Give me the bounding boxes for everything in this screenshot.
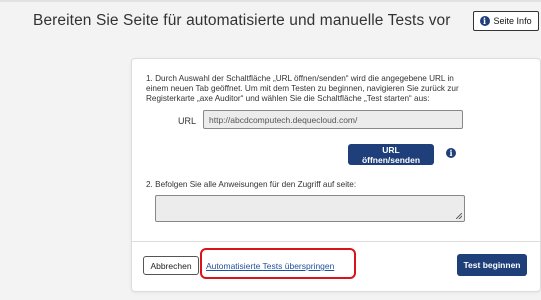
prepare-page-dialog: 1. Durch Auswahl der Schaltfläche „URL ö… [131, 58, 541, 292]
step1-instructions: 1. Durch Auswahl der Schaltfläche „URL ö… [146, 74, 459, 103]
page-info-button[interactable]: i Seite Info [472, 11, 539, 31]
begin-test-button[interactable]: Test beginnen [457, 254, 527, 276]
access-instructions-textarea[interactable] [155, 195, 465, 222]
skip-automated-tests-link[interactable]: Automatisierte Tests überspringen [206, 261, 334, 271]
resize-handle-icon[interactable] [456, 213, 462, 219]
page-title: Bereiten Sie Seite für automatisierte un… [33, 12, 451, 29]
info-icon: i [479, 16, 490, 26]
cancel-button[interactable]: Abbrechen [143, 256, 199, 275]
info-icon[interactable]: i [446, 148, 456, 158]
page-header: Bereiten Sie Seite für automatisierte un… [33, 11, 539, 31]
page-info-button-label: Seite Info [493, 16, 532, 26]
open-url-button[interactable]: URL öffnen/senden [348, 144, 434, 165]
url-input[interactable]: http://abcdcomputech.dequecloud.com/ [203, 110, 463, 129]
top-divider [0, 0, 541, 2]
step2-instructions: 2. Befolgen Sie alle Anweisungen für den… [146, 180, 357, 189]
url-label: URL [178, 116, 197, 126]
footer-divider [132, 241, 540, 242]
